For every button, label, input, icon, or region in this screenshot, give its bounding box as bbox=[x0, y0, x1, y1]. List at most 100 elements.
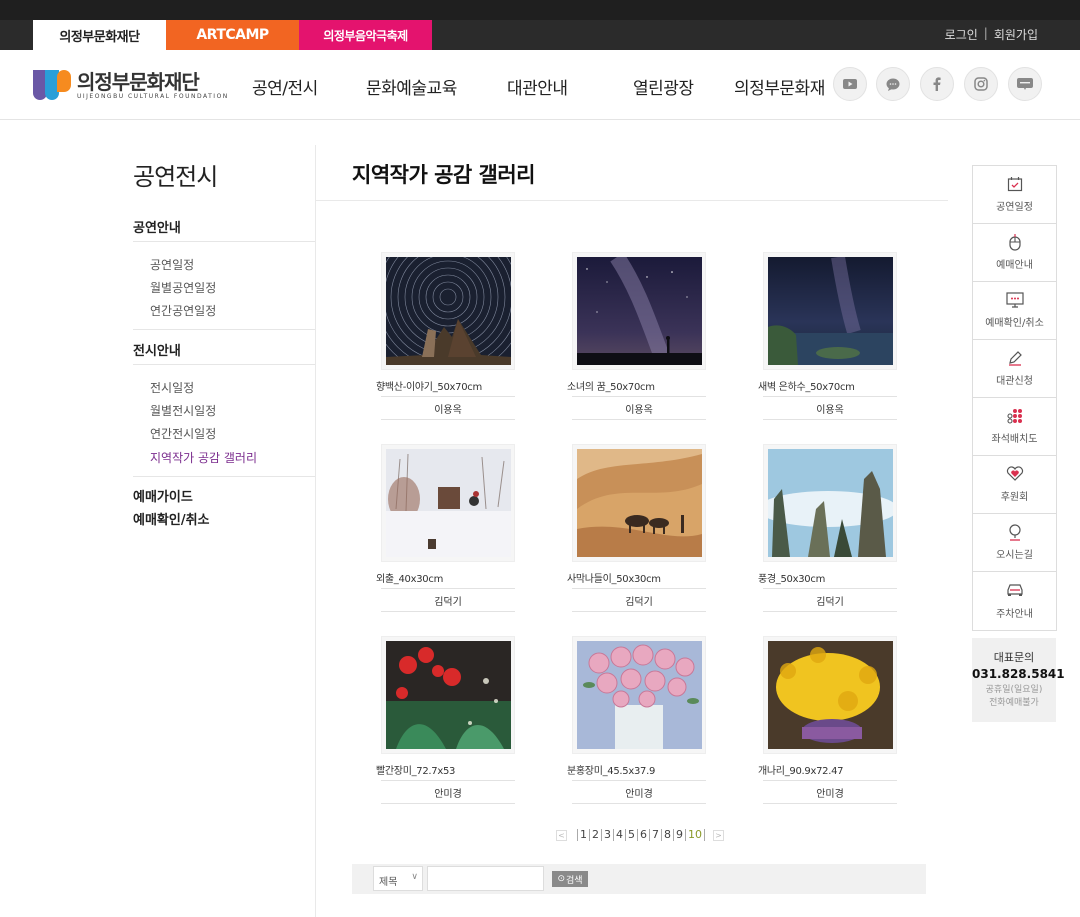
monitor-icon bbox=[1005, 292, 1024, 310]
gallery-item[interactable]: 분홍장미_45.5x37.9 안미경 bbox=[567, 636, 706, 804]
sidebar-item-monthly-exhibition[interactable]: 월별전시일정 bbox=[150, 402, 216, 419]
quick-item-performance-schedule[interactable]: 공연일정 bbox=[973, 166, 1056, 224]
facebook-icon[interactable] bbox=[920, 67, 954, 101]
sidebar-item-yearly-performance[interactable]: 연간공연일정 bbox=[150, 302, 216, 319]
login-link[interactable]: 로그인 bbox=[945, 26, 978, 43]
blog-icon[interactable] bbox=[1008, 67, 1042, 101]
search-field-select[interactable]: 제목 ∨ bbox=[373, 866, 423, 891]
artwork-image[interactable] bbox=[385, 641, 511, 749]
instagram-icon[interactable] bbox=[964, 67, 998, 101]
contact-note: 전화예매불가 bbox=[989, 698, 1039, 708]
artwork-author: 이용옥 bbox=[625, 405, 653, 416]
prev-page-button[interactable]: < bbox=[556, 829, 567, 841]
artwork-author: 안미경 bbox=[816, 789, 844, 800]
gallery-item[interactable]: 개나리_90.9x72.47 안미경 bbox=[758, 636, 897, 804]
gallery-item[interactable]: 소녀의 꿈_50x70cm 이용옥 bbox=[567, 252, 706, 420]
gallery-item[interactable]: 풍경_50x30cm 김덕기 bbox=[758, 444, 897, 612]
sidebar-item-monthly-performance[interactable]: 월별공연일정 bbox=[150, 279, 216, 296]
quick-item-rental[interactable]: 대관신청 bbox=[973, 340, 1056, 398]
nav-arts-education[interactable]: 문화예술교육 bbox=[366, 74, 457, 99]
youtube-icon[interactable] bbox=[833, 67, 867, 101]
tab-music-festival[interactable]: 의정부음악극축제 bbox=[299, 20, 432, 50]
logo-text: 의정부문화재단 bbox=[77, 69, 200, 94]
member-links: 로그인 | 회원가입 bbox=[945, 26, 1038, 43]
sidebar-item-booking-check[interactable]: 예매확인/취소 bbox=[133, 509, 210, 528]
site-header: 의정부문화재단 UIJEONGBU CULTURAL FOUNDATION 공연… bbox=[0, 50, 1080, 120]
gallery-item[interactable]: 향백산-이야기_50x70cm 이용옥 bbox=[376, 252, 515, 420]
nav-performance-exhibition[interactable]: 공연/전시 bbox=[252, 74, 318, 99]
page-link[interactable]: 7 bbox=[649, 829, 661, 841]
quick-item-directions[interactable]: 오시는길 bbox=[973, 514, 1056, 572]
page-link[interactable]: 6 bbox=[637, 829, 649, 841]
sidebar-item-performance-schedule[interactable]: 공연일정 bbox=[150, 256, 194, 273]
nav-rental-guide[interactable]: 대관안내 bbox=[507, 74, 568, 99]
sidebar-group-exhibition[interactable]: 전시안내 bbox=[133, 340, 181, 359]
artwork-image[interactable] bbox=[576, 641, 702, 749]
artwork-image[interactable] bbox=[385, 449, 511, 557]
sidebar-item-exhibition-schedule[interactable]: 전시일정 bbox=[150, 379, 194, 396]
nav-open-square[interactable]: 열린광장 bbox=[633, 74, 694, 99]
artwork-image[interactable] bbox=[767, 641, 893, 749]
pencil-icon bbox=[1007, 350, 1023, 368]
search-button[interactable]: ⊙ 검색 bbox=[552, 871, 588, 887]
quick-item-support[interactable]: 후원회 bbox=[973, 456, 1056, 514]
car-icon bbox=[1006, 583, 1024, 601]
artwork-caption: 소녀의 꿈_50x70cm bbox=[567, 382, 655, 393]
search-input[interactable] bbox=[427, 866, 544, 891]
contact-note: 공휴일(일요일) bbox=[985, 685, 1043, 695]
page-link[interactable]: 1 bbox=[577, 829, 589, 841]
gallery-item[interactable]: 사막나들이_50x30cm 김덕기 bbox=[567, 444, 706, 612]
contact-box: 대표문의 031.828.5841 공휴일(일요일) 전화예매불가 bbox=[972, 638, 1065, 722]
heart-icon bbox=[1006, 466, 1024, 484]
pagination: < 1 2 3 4 5 6 7 8 9 10 > bbox=[556, 829, 724, 841]
artwork-caption: 향백산-이야기_50x70cm bbox=[376, 382, 482, 393]
sidebar-item-booking-guide[interactable]: 예매가이드 bbox=[133, 486, 193, 505]
gallery-item[interactable]: 새벽 은하수_50x70cm 이용옥 bbox=[758, 252, 897, 420]
logo-subtext: UIJEONGBU CULTURAL FOUNDATION bbox=[77, 92, 229, 100]
page-link[interactable]: 3 bbox=[601, 829, 613, 841]
quick-menu: 공연일정 예매안내 예매확인/취소 대관신청 좌석배치도 후원회 오시는길 주차… bbox=[972, 165, 1057, 631]
contact-label: 대표문의 bbox=[993, 651, 1035, 664]
page-link-current[interactable]: 10 bbox=[685, 829, 705, 841]
page-link[interactable]: 5 bbox=[625, 829, 637, 841]
artwork-image[interactable] bbox=[385, 257, 511, 365]
gallery-item[interactable]: 빨간장미_72.7x53 안미경 bbox=[376, 636, 515, 804]
site-logo[interactable]: 의정부문화재단 UIJEONGBU CULTURAL FOUNDATION bbox=[33, 70, 229, 100]
artwork-author: 김덕기 bbox=[625, 597, 653, 608]
sidebar-title: 공연전시 bbox=[133, 163, 218, 191]
quick-item-booking-guide[interactable]: 예매안내 bbox=[973, 224, 1056, 282]
artwork-author: 안미경 bbox=[625, 789, 653, 800]
page-link[interactable]: 2 bbox=[589, 829, 601, 841]
page-link[interactable]: 4 bbox=[613, 829, 625, 841]
artwork-image[interactable] bbox=[767, 449, 893, 557]
artwork-caption: 사막나들이_50x30cm bbox=[567, 574, 661, 585]
seats-icon bbox=[1006, 408, 1023, 426]
sidebar-line bbox=[133, 329, 315, 330]
title-divider bbox=[316, 200, 948, 201]
sidebar-group-performance[interactable]: 공연안내 bbox=[133, 217, 181, 236]
quick-item-seat-map[interactable]: 좌석배치도 bbox=[973, 398, 1056, 456]
top-strip bbox=[0, 0, 1080, 20]
tab-foundation[interactable]: 의정부문화재단 bbox=[33, 20, 166, 50]
tab-artcamp[interactable]: ARTCAMP bbox=[166, 20, 299, 50]
sidebar-divider bbox=[315, 145, 316, 917]
signup-link[interactable]: 회원가입 bbox=[994, 26, 1038, 43]
chat-icon[interactable] bbox=[876, 67, 910, 101]
artwork-image[interactable] bbox=[576, 449, 702, 557]
next-page-button[interactable]: > bbox=[713, 829, 724, 841]
top-bar: 의정부문화재단 ARTCAMP 의정부음악극축제 로그인 | 회원가입 bbox=[0, 0, 1080, 50]
mouse-icon bbox=[1008, 234, 1021, 252]
search-bar: 제목 ∨ ⊙ 검색 bbox=[352, 864, 926, 894]
gallery-item[interactable]: 외출_40x30cm 김덕기 bbox=[376, 444, 515, 612]
sidebar-item-local-artist-gallery[interactable]: 지역작가 공감 갤러리 bbox=[150, 449, 257, 466]
artwork-caption: 개나리_90.9x72.47 bbox=[758, 766, 844, 777]
sidebar-item-yearly-exhibition[interactable]: 연간전시일정 bbox=[150, 425, 216, 442]
page-link[interactable]: 8 bbox=[661, 829, 673, 841]
artwork-author: 김덕기 bbox=[816, 597, 844, 608]
quick-item-parking[interactable]: 주차안내 bbox=[973, 572, 1056, 630]
nav-foundation[interactable]: 의정부문화재 bbox=[734, 74, 825, 99]
page-link[interactable]: 9 bbox=[673, 829, 685, 841]
artwork-image[interactable] bbox=[767, 257, 893, 365]
quick-item-booking-check[interactable]: 예매확인/취소 bbox=[973, 282, 1056, 340]
artwork-image[interactable] bbox=[576, 257, 702, 365]
